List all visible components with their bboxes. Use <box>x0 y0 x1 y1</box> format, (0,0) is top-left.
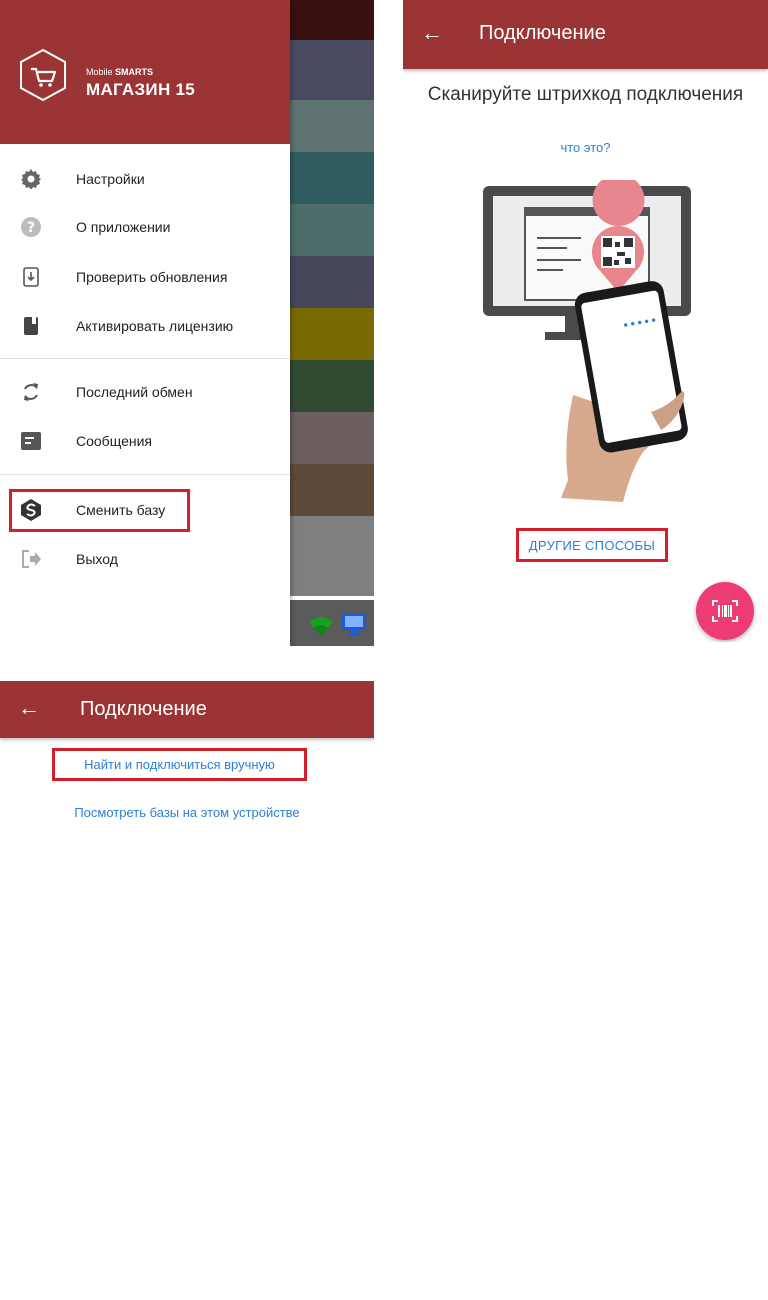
menu-item-label: Настройки <box>76 171 145 187</box>
message-icon <box>20 430 42 452</box>
find-manual-link[interactable]: Найти и подключиться вручную <box>52 748 307 781</box>
scan-illustration: ••••• <box>483 180 691 502</box>
menu-divider <box>0 358 290 359</box>
drawer-header: Mobile SMARTS МАГАЗИН 15 <box>0 0 290 144</box>
license-icon <box>20 315 42 337</box>
screen-title: Подключение <box>80 698 207 720</box>
what-is-this-link[interactable]: что это? <box>403 140 768 155</box>
menu-item-label: Проверить обновления <box>76 269 228 285</box>
menu-item-check-updates[interactable]: Проверить обновления <box>0 253 290 301</box>
scan-fab-button[interactable] <box>696 582 754 640</box>
background-app-content <box>290 0 374 646</box>
manual-connection-screen: ← Подключение Найти и подключиться вручн… <box>0 681 374 1300</box>
highlight-change-base <box>9 489 190 532</box>
scan-heading: Сканируйте штрихкод подключения <box>427 84 744 105</box>
other-ways-button[interactable]: ДРУГИЕ СПОСОБЫ <box>516 528 668 562</box>
menu-item-label: Последний обмен <box>76 384 193 400</box>
app-bar: ← Подключение <box>0 681 374 738</box>
shopping-cart-logo-icon <box>20 48 66 102</box>
menu-item-settings[interactable]: Настройки <box>0 155 290 203</box>
brand-title: МАГАЗИН 15 <box>86 80 196 99</box>
drawer: Mobile SMARTS МАГАЗИН 15 Настройки ? О п… <box>0 0 290 646</box>
menu-item-label: Сообщения <box>76 433 152 449</box>
exit-icon <box>20 548 42 570</box>
help-icon: ? <box>20 216 42 238</box>
back-arrow-icon[interactable]: ← <box>421 20 443 46</box>
menu-item-label: О приложении <box>76 219 171 235</box>
back-arrow-icon[interactable]: ← <box>18 695 40 721</box>
view-local-bases-link[interactable]: Посмотреть базы на этом устройстве <box>0 805 374 820</box>
svg-text:?: ? <box>27 220 35 236</box>
menu-divider <box>0 474 290 475</box>
status-bar <box>290 600 374 646</box>
gear-icon <box>20 168 42 190</box>
download-update-icon <box>20 266 42 288</box>
barcode-scan-icon <box>712 600 738 622</box>
menu-item-label: Активировать лицензию <box>76 318 234 334</box>
connection-scan-screen: ← Подключение Сканируйте штрихкод подклю… <box>403 0 768 642</box>
screen-title: Подключение <box>479 22 606 44</box>
monitor-icon <box>342 613 366 636</box>
brand-subtitle: Mobile SMARTS <box>86 67 154 77</box>
menu-item-label: Выход <box>76 551 118 567</box>
menu-item-messages[interactable]: Сообщения <box>0 417 290 465</box>
menu-item-exit[interactable]: Выход <box>0 535 290 583</box>
app-bar: ← Подключение <box>403 0 768 69</box>
menu-item-activate-license[interactable]: Активировать лицензию <box>0 302 290 350</box>
menu-item-about[interactable]: ? О приложении <box>0 203 290 251</box>
wifi-icon <box>309 617 333 636</box>
sync-icon <box>20 381 42 403</box>
menu-item-last-exchange[interactable]: Последний обмен <box>0 368 290 416</box>
navigation-drawer-screen: Mobile SMARTS МАГАЗИН 15 Настройки ? О п… <box>0 0 374 646</box>
